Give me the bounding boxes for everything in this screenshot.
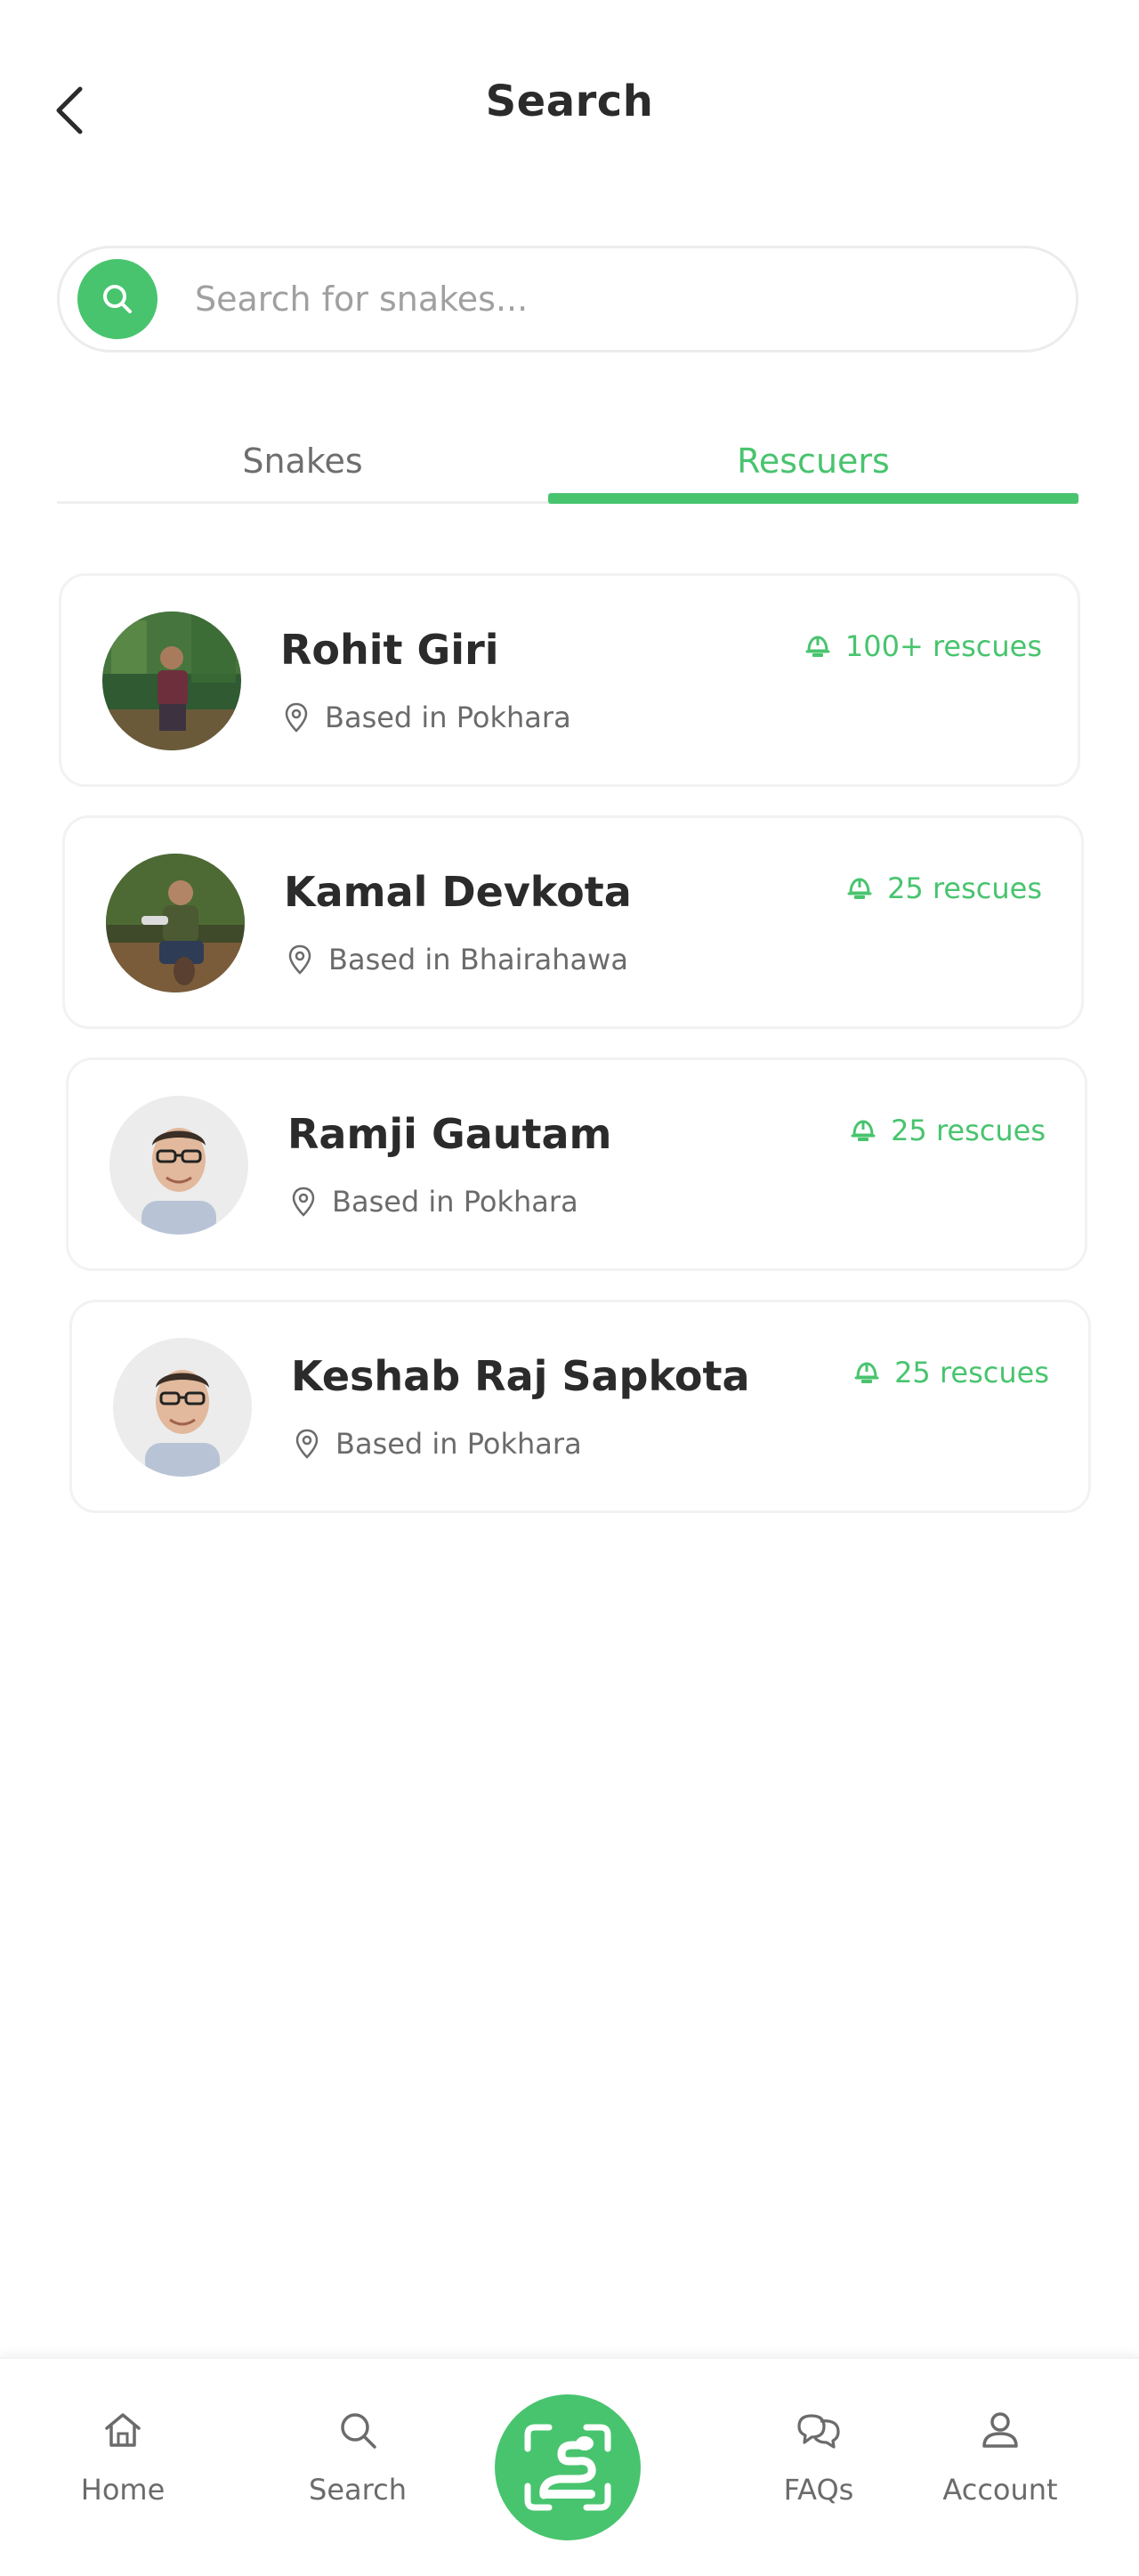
rescuer-name: Rohit Giri	[280, 626, 499, 674]
tab-rescuers[interactable]: Rescuers	[548, 418, 1078, 504]
nav-home-label: Home	[80, 2473, 166, 2507]
snake-scan-icon	[524, 2424, 611, 2511]
nav-home[interactable]: Home	[16, 2359, 230, 2576]
header: Search	[0, 0, 1139, 214]
rescuer-card[interactable]: Rohit Giri Based in Pokhara 100+ rescues	[59, 573, 1080, 787]
rescuer-location: Based in Pokhara	[295, 1427, 582, 1461]
rescue-count: 100+ rescues	[844, 629, 1042, 663]
rescue-count: 25 rescues	[894, 1356, 1049, 1389]
nav-account-label: Account	[942, 2473, 1058, 2507]
location-text: Based in Bhairahawa	[328, 943, 628, 976]
nav-faqs-label: FAQs	[783, 2473, 854, 2507]
avatar	[113, 1338, 252, 1477]
rescue-count: 25 rescues	[891, 1114, 1046, 1147]
rescue-count-badge: 100+ rescues	[804, 629, 1042, 663]
bottom-navigation: Home Search FAQs Account	[0, 2357, 1139, 2576]
helmet-icon	[847, 878, 872, 899]
rescuer-card[interactable]: Keshab Raj Sapkota Based in Pokhara 25 r…	[69, 1300, 1091, 1513]
scan-snake-button[interactable]	[495, 2394, 641, 2540]
search-icon	[333, 2405, 383, 2455]
rescuer-card[interactable]: Kamal Devkota Based in Bhairahawa 25 res…	[62, 815, 1084, 1029]
rescuer-name: Kamal Devkota	[284, 868, 632, 916]
location-pin-icon	[288, 944, 311, 975]
rescuer-card[interactable]: Ramji Gautam Based in Pokhara 25 rescues	[66, 1057, 1087, 1271]
rescuer-name: Ramji Gautam	[287, 1110, 612, 1158]
nav-search-label: Search	[309, 2473, 407, 2507]
location-text: Based in Pokhara	[335, 1427, 582, 1461]
chat-bubbles-icon	[794, 2405, 844, 2455]
helmet-icon	[854, 1362, 879, 1383]
avatar	[109, 1096, 248, 1235]
avatar	[102, 612, 241, 750]
search-input[interactable]	[193, 279, 998, 320]
helmet-icon	[851, 1120, 876, 1141]
rescue-count-badge: 25 rescues	[853, 1356, 1049, 1389]
search-bar[interactable]	[57, 246, 1078, 352]
location-pin-icon	[295, 1429, 319, 1459]
nav-search[interactable]: Search	[251, 2359, 464, 2576]
user-icon	[975, 2405, 1025, 2455]
nav-account[interactable]: Account	[893, 2359, 1107, 2576]
search-button[interactable]	[77, 259, 158, 339]
rescuer-location: Based in Pokhara	[291, 1185, 578, 1219]
location-text: Based in Pokhara	[325, 701, 571, 734]
search-icon	[103, 285, 132, 313]
location-pin-icon	[292, 1187, 315, 1217]
page-title: Search	[485, 77, 654, 126]
rescue-count-badge: 25 rescues	[850, 1114, 1046, 1147]
location-text: Based in Pokhara	[332, 1185, 578, 1219]
tab-snakes[interactable]: Snakes	[57, 418, 548, 504]
rescuer-name: Keshab Raj Sapkota	[291, 1352, 750, 1400]
rescuer-location: Based in Bhairahawa	[287, 943, 628, 976]
rescue-count: 25 rescues	[887, 871, 1042, 905]
location-pin-icon	[285, 702, 308, 733]
tab-bar: Snakes Rescuers	[57, 418, 1078, 504]
avatar	[106, 854, 245, 992]
rescuer-location: Based in Pokhara	[284, 701, 571, 734]
rescue-count-badge: 25 rescues	[846, 871, 1042, 905]
home-icon	[98, 2405, 148, 2455]
helmet-icon	[805, 636, 830, 657]
active-tab-indicator	[548, 493, 1078, 504]
